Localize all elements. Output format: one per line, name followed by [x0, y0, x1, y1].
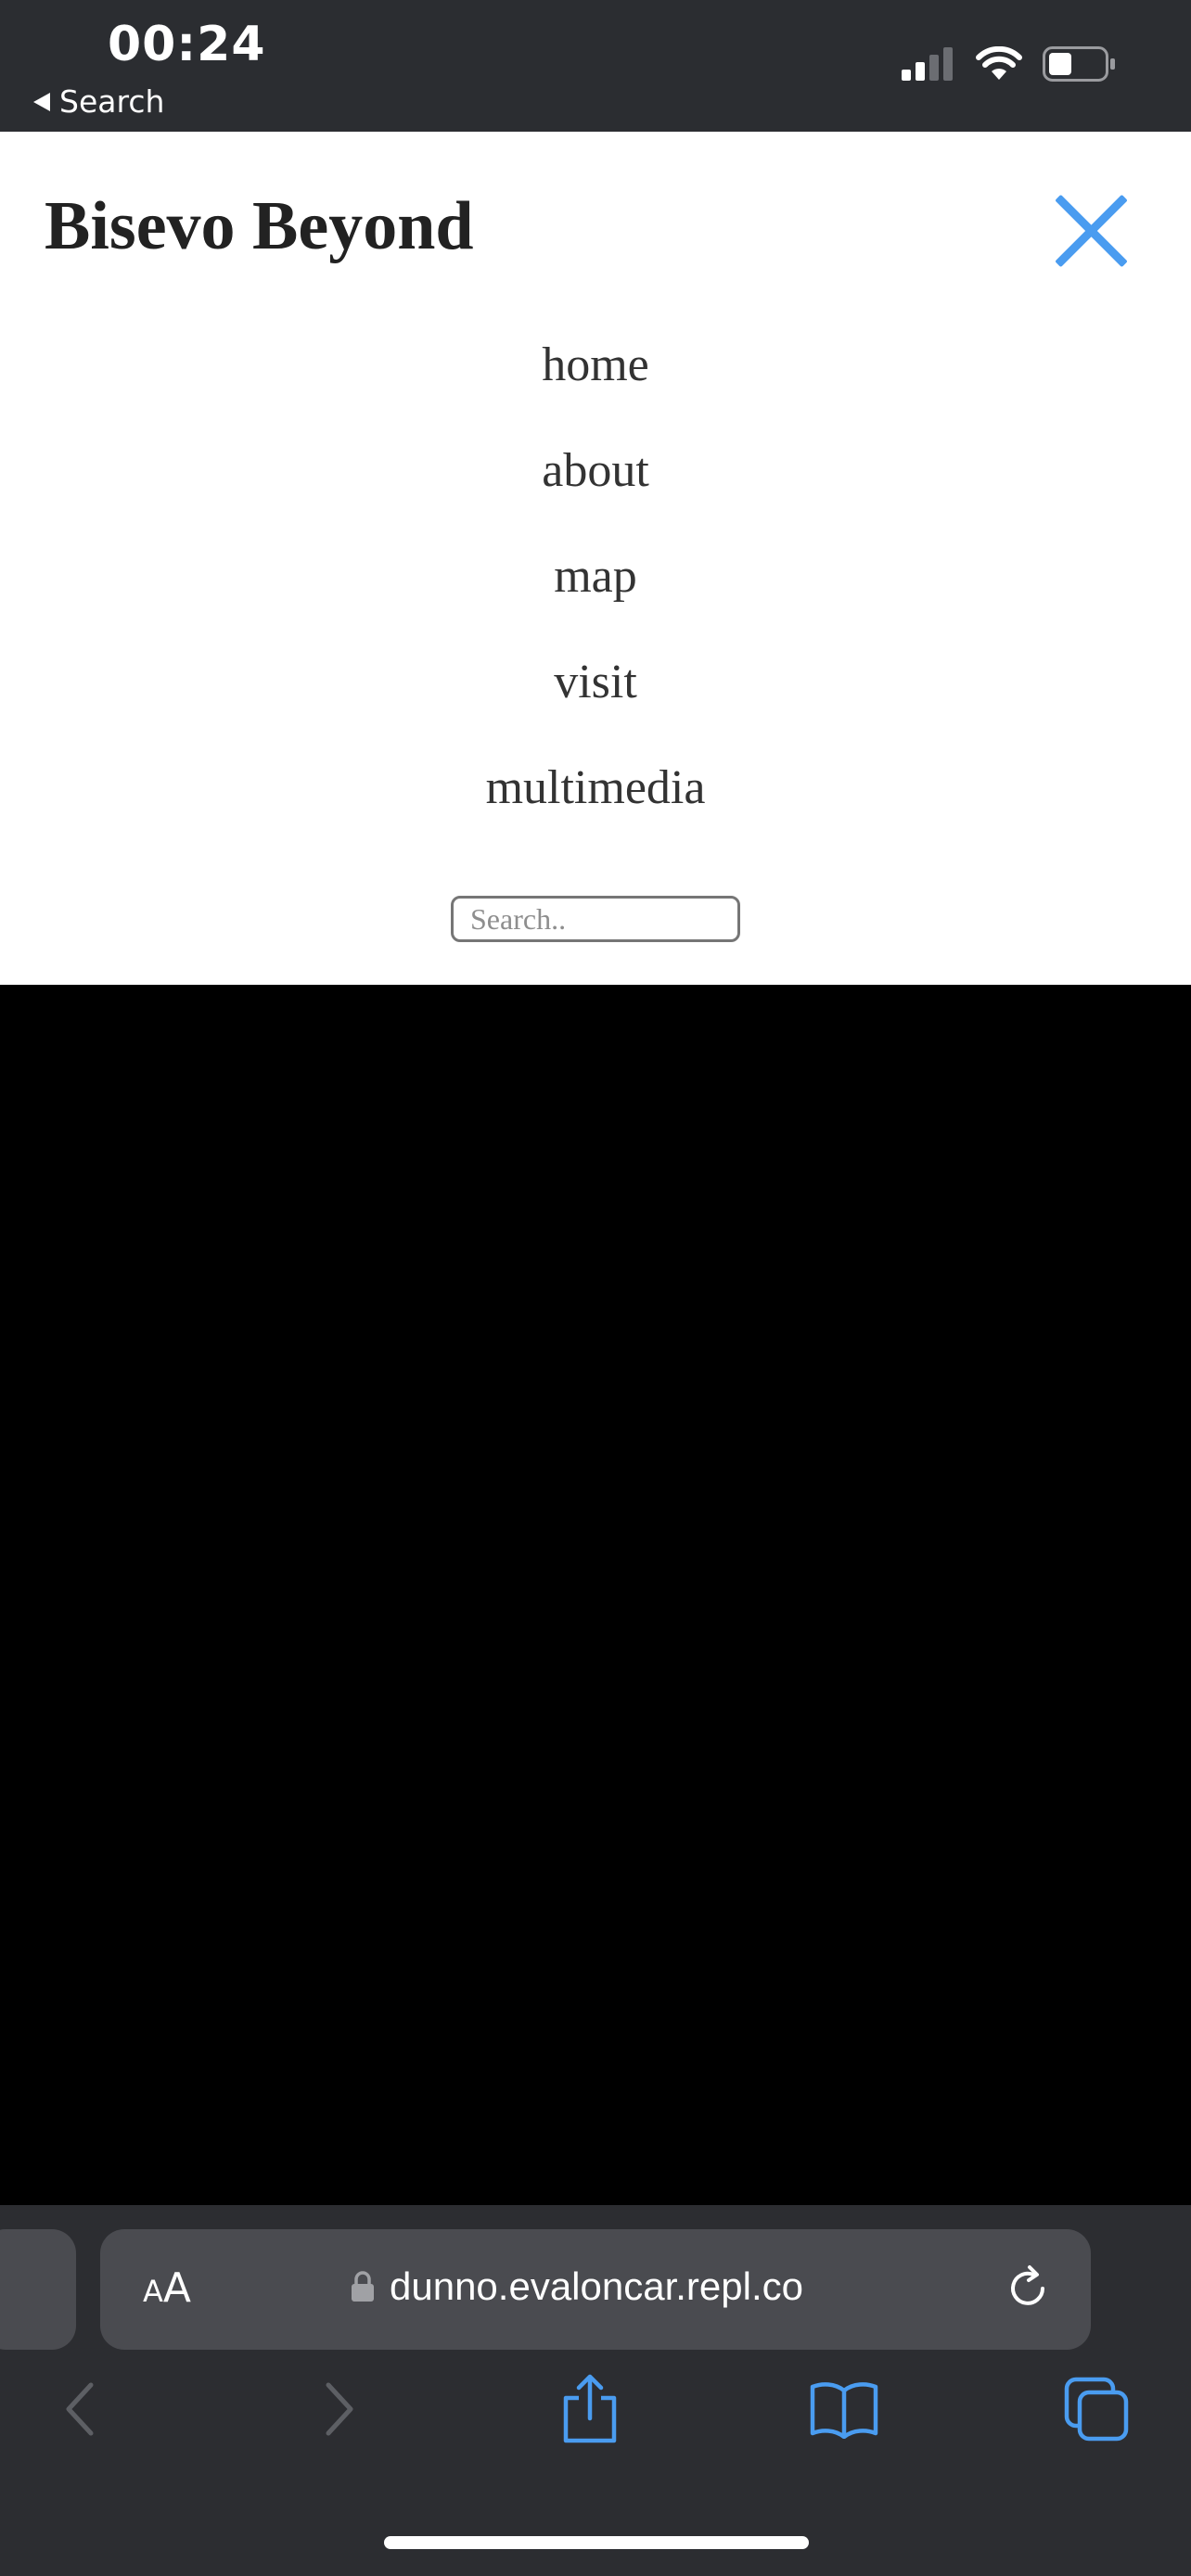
cellular-signal-icon	[902, 47, 953, 81]
status-time: 00:24	[108, 17, 266, 72]
lock-icon	[352, 2271, 374, 2302]
previous-tab-preview[interactable]	[0, 2229, 76, 2350]
back-button[interactable]	[43, 2372, 117, 2446]
site-title: Bisevo Beyond	[45, 188, 474, 264]
browser-toolbar: AA dunno.evaloncar.repl.co	[0, 2205, 1191, 2576]
reload-icon[interactable]	[1002, 2263, 1054, 2315]
forward-button[interactable]	[302, 2372, 377, 2446]
nav-overlay: Bisevo Beyond home about map visit multi…	[0, 132, 1191, 985]
nav-link-visit[interactable]: visit	[554, 655, 637, 709]
home-indicator[interactable]	[384, 2536, 809, 2549]
nav-link-map[interactable]: map	[554, 549, 637, 604]
chevron-left-icon	[66, 2382, 94, 2436]
chevron-right-icon	[326, 2382, 353, 2436]
page-content	[0, 985, 1191, 2205]
search-input[interactable]	[451, 896, 740, 942]
nav-link-home[interactable]: home	[542, 338, 649, 392]
book-icon	[810, 2382, 878, 2439]
tabs-button[interactable]	[1059, 2372, 1133, 2446]
address-bar[interactable]: AA dunno.evaloncar.repl.co	[100, 2229, 1091, 2350]
status-bar: 00:24 Search	[0, 0, 1191, 132]
tabs-icon	[1064, 2377, 1129, 2442]
nav-item-visit: visit	[0, 655, 1191, 760]
url-text: dunno.evaloncar.repl.co	[390, 2264, 803, 2308]
nav-menu: home about map visit multimedia	[0, 338, 1191, 866]
url-display[interactable]: dunno.evaloncar.repl.co	[351, 2264, 803, 2309]
back-to-app-label: Search	[59, 83, 165, 120]
nav-link-multimedia[interactable]: multimedia	[486, 760, 706, 815]
browser-nav-toolbar	[0, 2372, 1191, 2465]
nav-item-multimedia: multimedia	[0, 760, 1191, 866]
battery-icon	[1043, 46, 1115, 82]
back-to-app-link[interactable]: Search	[33, 83, 164, 120]
text-size-button[interactable]: AA	[143, 2264, 191, 2312]
bookmarks-button[interactable]	[807, 2372, 881, 2446]
status-icons	[902, 46, 1117, 82]
close-icon[interactable]	[1048, 189, 1132, 273]
share-icon	[563, 2374, 617, 2443]
text-size-label-small: A	[143, 2274, 163, 2309]
back-triangle-icon	[33, 92, 50, 111]
nav-item-about: about	[0, 443, 1191, 549]
nav-item-map: map	[0, 549, 1191, 655]
share-button[interactable]	[553, 2372, 627, 2446]
nav-link-about[interactable]: about	[542, 443, 649, 498]
wifi-icon	[976, 46, 1022, 80]
text-size-label-big: A	[162, 2264, 191, 2312]
nav-item-home: home	[0, 338, 1191, 443]
